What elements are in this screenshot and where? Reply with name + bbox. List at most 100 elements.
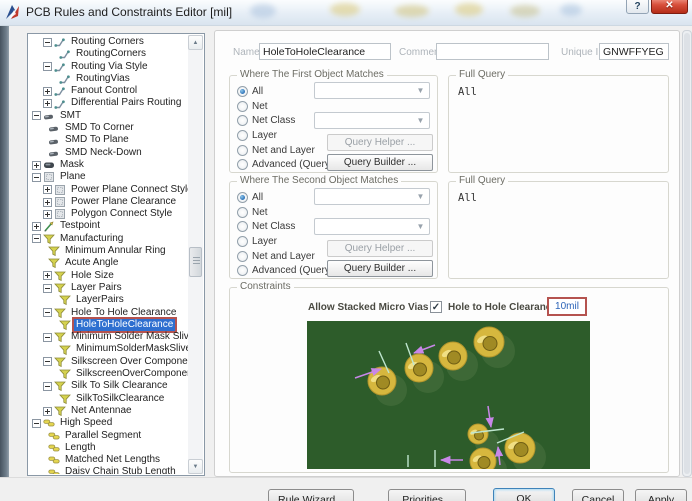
net-class-combo[interactable]: ▼ [314, 218, 430, 235]
close-button[interactable]: ✕ [651, 0, 688, 14]
radio-button-icon[interactable] [237, 192, 248, 203]
expand-plus-icon[interactable] [43, 210, 52, 219]
tree-item-minimumsoldermasksliver[interactable]: MinimumSolderMaskSliver [29, 343, 188, 355]
tree-item-routing-corners[interactable]: Routing Corners [29, 36, 188, 48]
scroll-up-icon[interactable]: ▲ [188, 35, 203, 50]
tree-item-matched-net-lengths[interactable]: Matched Net Lengths [29, 454, 188, 466]
expand-plus-icon[interactable] [43, 99, 52, 108]
tree-item-daisy-chain-stub-length[interactable]: Daisy Chain Stub Length [29, 466, 188, 474]
tree-item-parallel-segment[interactable]: Parallel Segment [29, 430, 188, 442]
tree-item-acute-angle[interactable]: Acute Angle [29, 257, 188, 269]
tree-item-smt[interactable]: SMT [29, 110, 188, 122]
radio-layer[interactable]: Layer [237, 128, 333, 143]
radio-button-icon[interactable] [237, 251, 248, 262]
tree-item-testpoint[interactable]: Testpoint [29, 220, 188, 232]
net-combo[interactable]: ▼ [314, 82, 430, 99]
help-button[interactable]: ? [626, 0, 649, 14]
scrollbar-thumb[interactable] [189, 247, 202, 277]
query-helper-button[interactable]: Query Helper ... [327, 134, 433, 151]
net-combo[interactable]: ▼ [314, 188, 430, 205]
tree-item-polygon-connect-style[interactable]: Polygon Connect Style [29, 208, 188, 220]
radio-net-and-layer[interactable]: Net and Layer [237, 143, 333, 158]
tree-item-differential-pairs-routing[interactable]: Differential Pairs Routing [29, 97, 188, 109]
tree-item-silktosilkclearance[interactable]: SilkToSilkClearance [29, 393, 188, 405]
radio-button-icon[interactable] [237, 221, 248, 232]
tree-item-mask[interactable]: Mask [29, 159, 188, 171]
collapse-minus-icon[interactable] [32, 173, 41, 182]
tree-item-minimum-solder-mask-sliver[interactable]: Minimum Solder Mask Sliver [29, 331, 188, 343]
tree-item-routingcorners[interactable]: RoutingCorners [29, 48, 188, 60]
comment-input[interactable] [436, 43, 549, 60]
radio-button-icon[interactable] [237, 236, 248, 247]
tree-item-silkscreen-over-component-pads[interactable]: Silkscreen Over Component Pads [29, 356, 188, 368]
radio-button-icon[interactable] [237, 265, 248, 276]
tree-item-silkscreenovercomponentpac[interactable]: SilkscreenOverComponentPac [29, 368, 188, 380]
collapse-minus-icon[interactable] [32, 234, 41, 243]
panel-scrollbar[interactable] [682, 30, 692, 477]
allow-stacked-checkbox[interactable]: ✓ [430, 301, 442, 313]
expand-plus-icon[interactable] [32, 222, 41, 231]
tree-item-power-plane-connect-style[interactable]: Power Plane Connect Style [29, 184, 188, 196]
tree-item-hole-size[interactable]: Hole Size [29, 270, 188, 282]
expand-plus-icon[interactable] [43, 87, 52, 96]
tree-item-minimum-annular-ring[interactable]: Minimum Annular Ring [29, 245, 188, 257]
tree-item-fanout-control[interactable]: Fanout Control [29, 85, 188, 97]
collapse-minus-icon[interactable] [43, 333, 52, 342]
collapse-minus-icon[interactable] [32, 111, 41, 120]
tree-item-smd-to-corner[interactable]: SMD To Corner [29, 122, 188, 134]
radio-button-icon[interactable] [237, 130, 248, 141]
tree-item-layerpairs[interactable]: LayerPairs [29, 294, 188, 306]
scroll-down-icon[interactable]: ▼ [188, 459, 203, 474]
collapse-minus-icon[interactable] [43, 308, 52, 317]
tree-item-manufacturing[interactable]: Manufacturing [29, 233, 188, 245]
radio-button-icon[interactable] [237, 115, 248, 126]
priorities-button[interactable]: Priorities... [388, 489, 466, 501]
expand-plus-icon[interactable] [43, 271, 52, 280]
radio-button-icon[interactable] [237, 101, 248, 112]
tree-item-net-antennae[interactable]: Net Antennae [29, 405, 188, 417]
apply-button[interactable]: Apply [635, 489, 687, 501]
tree-item-plane[interactable]: Plane [29, 171, 188, 183]
collapse-minus-icon[interactable] [43, 38, 52, 47]
tree-item-smd-neck-down[interactable]: SMD Neck-Down [29, 147, 188, 159]
tree-item-routing-via-style[interactable]: Routing Via Style [29, 61, 188, 73]
tree-item-high-speed[interactable]: High Speed [29, 417, 188, 429]
collapse-minus-icon[interactable] [32, 419, 41, 428]
net-class-combo[interactable]: ▼ [314, 112, 430, 129]
ok-button[interactable]: OK [493, 488, 555, 501]
tree-item-hole-to-hole-clearance[interactable]: Hole To Hole Clearance [29, 307, 188, 319]
radio-advanced-query-[interactable]: Advanced (Query) [237, 157, 333, 172]
radio-button-icon[interactable] [237, 159, 248, 170]
tree-item-smd-to-plane[interactable]: SMD To Plane [29, 134, 188, 146]
cancel-button[interactable]: Cancel [572, 489, 624, 501]
query-builder-button[interactable]: Query Builder ... [327, 260, 433, 277]
radio-net-and-layer[interactable]: Net and Layer [237, 249, 333, 264]
tree-item-layer-pairs[interactable]: Layer Pairs [29, 282, 188, 294]
query-helper-button[interactable]: Query Helper ... [327, 240, 433, 257]
radio-advanced-query-[interactable]: Advanced (Query) [237, 263, 333, 278]
collapse-minus-icon[interactable] [43, 357, 52, 366]
collapse-minus-icon[interactable] [43, 62, 52, 71]
radio-button-icon[interactable] [237, 145, 248, 156]
tree-item-silk-to-silk-clearance[interactable]: Silk To Silk Clearance [29, 380, 188, 392]
query-builder-button[interactable]: Query Builder ... [327, 154, 433, 171]
name-input[interactable] [259, 43, 391, 60]
collapse-minus-icon[interactable] [43, 284, 52, 293]
tree-item-holetoholeclearance[interactable]: HoleToHoleClearance [29, 319, 188, 331]
radio-button-icon[interactable] [237, 86, 248, 97]
tree-item-length[interactable]: Length [29, 442, 188, 454]
expand-plus-icon[interactable] [43, 198, 52, 207]
collapse-minus-icon[interactable] [43, 382, 52, 391]
radio-button-icon[interactable] [237, 207, 248, 218]
unique-id-input[interactable] [599, 43, 669, 60]
expand-plus-icon[interactable] [43, 407, 52, 416]
rules-tree-panel: Routing CornersRoutingCornersRouting Via… [27, 33, 205, 476]
expand-plus-icon[interactable] [32, 161, 41, 170]
tree-item-routingvias[interactable]: RoutingVias [29, 73, 188, 85]
tree-scrollbar[interactable]: ▲ ▼ [188, 35, 203, 474]
clearance-value-field[interactable]: 10mil [549, 299, 585, 314]
rule-wizard-button[interactable]: Rule Wizard... [268, 489, 354, 501]
radio-layer[interactable]: Layer [237, 234, 333, 249]
expand-plus-icon[interactable] [43, 185, 52, 194]
tree-item-power-plane-clearance[interactable]: Power Plane Clearance [29, 196, 188, 208]
